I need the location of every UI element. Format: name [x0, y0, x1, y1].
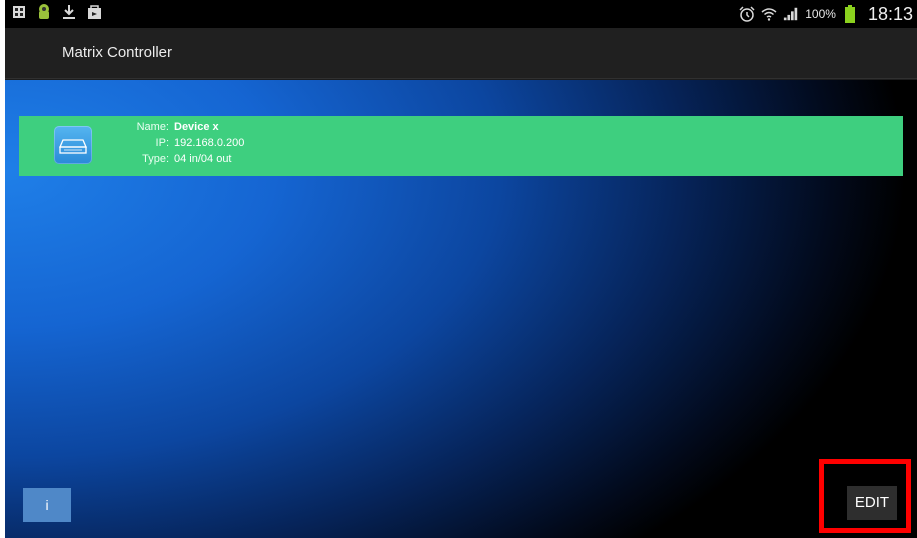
info-button[interactable]: i	[23, 488, 71, 522]
device-ip: 192.168.0.200	[174, 137, 245, 149]
clock: 18:13	[867, 3, 913, 24]
main-content: Name: Device x IP: 192.168.0.200 Type: 04 i…	[5, 80, 917, 538]
app-title: Matrix Controller	[62, 44, 173, 61]
system-indicators: 100% 18:13	[739, 0, 913, 28]
device-type-line: Type: 04 in/04 out	[114, 151, 244, 167]
device-icon	[54, 126, 92, 164]
signal-icon	[783, 5, 799, 23]
gallery-icon	[11, 3, 27, 21]
type-label: Type:	[142, 153, 169, 165]
screen: 100% 18:13 Matrix Controller Name: Device…	[5, 0, 917, 538]
alarm-icon	[739, 5, 755, 23]
device-name-line: Name: Device x	[114, 119, 244, 135]
action-bar: Matrix Controller	[5, 28, 917, 78]
edit-button[interactable]: EDIT	[847, 486, 897, 520]
device-name: Device x	[174, 121, 219, 133]
shopping-bag-icon	[86, 3, 102, 21]
ip-label: IP:	[155, 137, 169, 149]
device-ip-line: IP: 192.168.0.200	[114, 135, 245, 151]
download-icon	[61, 3, 77, 21]
battery-percent: 100%	[805, 7, 836, 21]
android-icon	[36, 3, 52, 21]
name-label: Name:	[136, 121, 169, 133]
device-list-item[interactable]: Name: Device x IP: 192.168.0.200 Type: 04 i…	[19, 116, 903, 176]
wifi-icon	[761, 5, 777, 23]
status-bar: 100% 18:13	[5, 0, 917, 28]
device-info: Name: Device x IP: 192.168.0.200 Type: 04 i…	[114, 119, 245, 167]
notification-icons	[11, 3, 102, 21]
battery-icon	[842, 5, 858, 23]
device-type: 04 in/04 out	[174, 153, 232, 165]
